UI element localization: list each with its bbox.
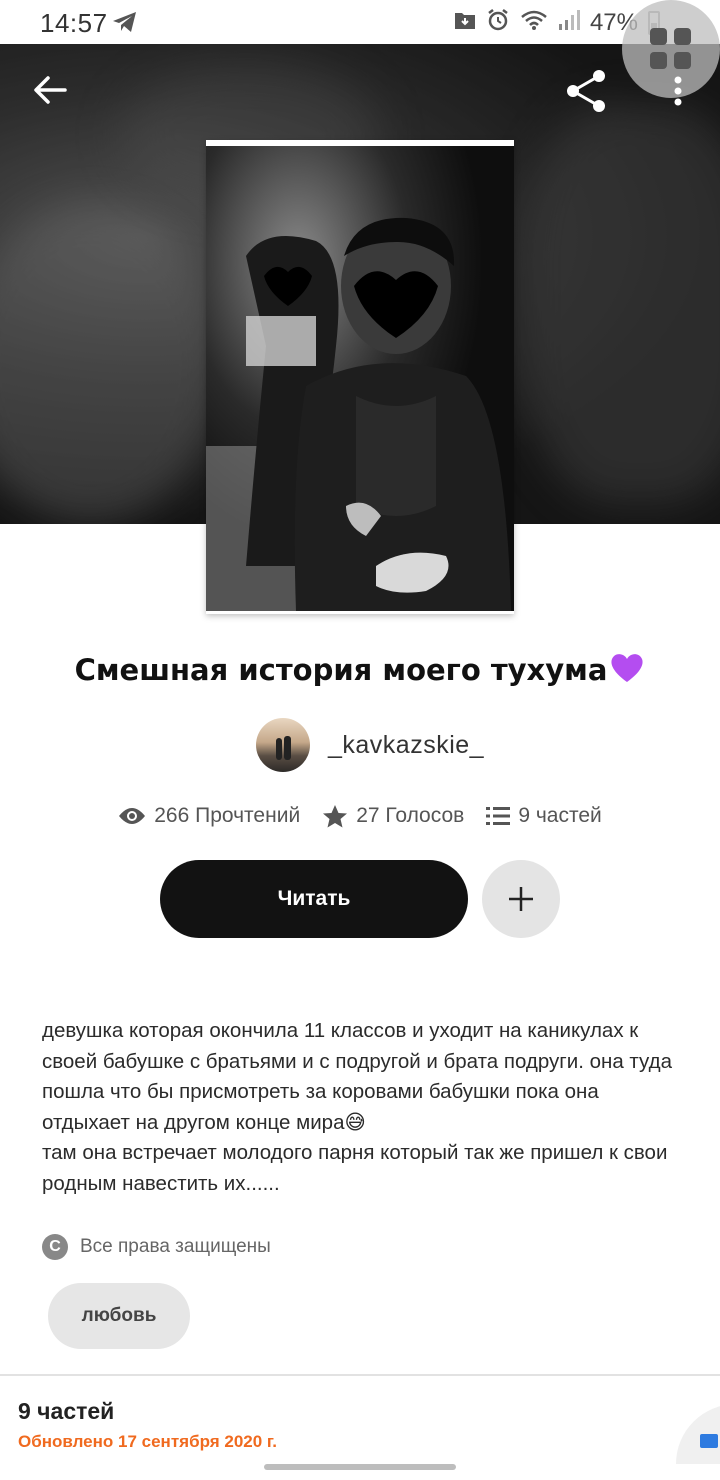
signal-icon (558, 9, 580, 36)
story-description: девушка которая окончила 11 классов и ух… (42, 1019, 672, 1195)
author-name: _kavkazskie_ (328, 730, 485, 759)
cover-image (206, 146, 514, 611)
gesture-bar[interactable] (264, 1464, 456, 1470)
author-link[interactable]: _kavkazskie_ (256, 718, 484, 772)
read-button[interactable]: Читать (160, 860, 468, 938)
share-button[interactable] (562, 66, 612, 116)
add-to-library-button[interactable] (482, 860, 560, 938)
status-time: 14:57 (40, 8, 108, 38)
arrow-left-icon (34, 76, 67, 104)
save-icon (454, 10, 476, 35)
reads-stat: 266 Прочтений (118, 804, 300, 828)
story-stats: 266 Прочтений 27 Голосов 9 частей (0, 804, 720, 828)
corner-folder-button[interactable] (676, 1404, 720, 1464)
reads-count: 266 Прочтений (154, 804, 301, 827)
updated-date: Обновлено 17 сентября 2020 г. (18, 1432, 278, 1451)
copyright-notice: C Все права защищены (42, 1234, 271, 1260)
alarm-icon (486, 8, 510, 37)
back-button[interactable] (26, 66, 74, 114)
wifi-icon (520, 9, 548, 36)
more-options-button[interactable] (664, 66, 692, 116)
plus-icon (509, 887, 533, 911)
parts-stat: 9 частей (486, 804, 602, 828)
parts-title[interactable]: 9 частей (18, 1398, 114, 1425)
story-title-text: Смешная история моего тухума (74, 653, 608, 687)
tag-chip[interactable]: любовь (48, 1283, 190, 1349)
author-avatar (256, 718, 310, 772)
divider (0, 1374, 720, 1376)
telegram-icon (112, 10, 138, 39)
copyright-text: Все права защищены (80, 1236, 271, 1257)
parts-count: 9 частей (518, 804, 602, 827)
eye-icon (119, 808, 146, 824)
folder-icon (700, 1434, 718, 1448)
story-title: Смешная история моего тухума (0, 652, 720, 687)
star-icon (323, 805, 348, 828)
grid-icon (674, 28, 691, 45)
list-icon (486, 807, 511, 825)
copyright-icon: C (42, 1234, 68, 1260)
votes-count: 27 Голосов (356, 804, 465, 827)
share-icon (567, 70, 605, 112)
votes-stat: 27 Голосов (322, 804, 464, 828)
more-vertical-icon (674, 76, 682, 106)
purple-heart-icon (611, 654, 643, 682)
story-cover[interactable] (206, 140, 514, 614)
grid-icon (650, 28, 667, 45)
status-bar: 14:57 47% (0, 0, 720, 44)
